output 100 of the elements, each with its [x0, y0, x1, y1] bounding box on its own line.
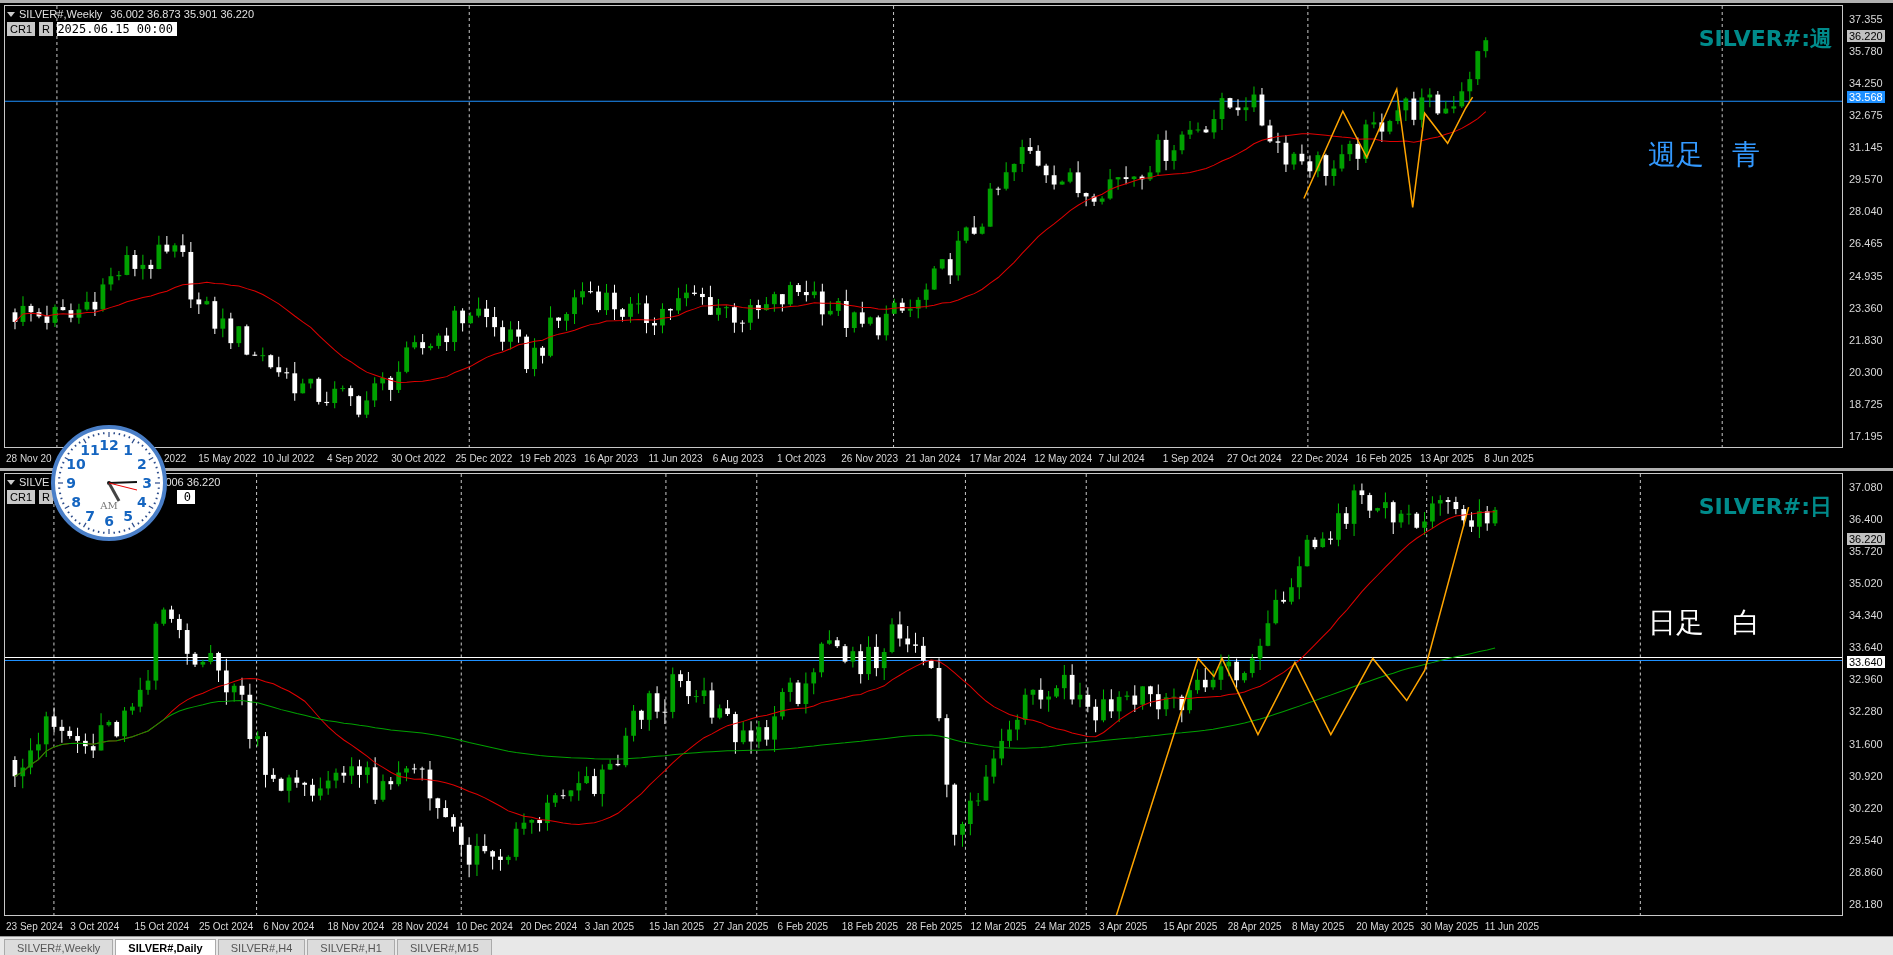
- date-label: 13 Apr 2025: [1419, 452, 1474, 464]
- clock-numeral: 10: [66, 456, 86, 472]
- price-label: 37.355: [1848, 13, 1884, 25]
- chart-tab[interactable]: SILVER#,M15: [396, 939, 492, 955]
- date-label: 15 Apr 2025: [1163, 920, 1218, 932]
- price-label: 21.830: [1848, 333, 1884, 346]
- price-label: 35.780: [1848, 45, 1884, 58]
- toolbar-button[interactable]: R: [39, 490, 53, 504]
- date-label: 18 Feb 2025: [841, 920, 899, 932]
- chart-title: SILVER#:日: [1698, 493, 1832, 521]
- date-label: 16 Apr 2023: [584, 452, 638, 464]
- date-label: 11 Jun 2025: [1484, 920, 1540, 932]
- date-label: 16 Feb 2025: [1355, 452, 1412, 464]
- clock-numeral: 3: [142, 475, 152, 491]
- chart-title: SILVER#:週: [1698, 25, 1832, 53]
- price-label: 20.300: [1848, 365, 1884, 378]
- price-label: 30.920: [1848, 769, 1884, 782]
- price-label: 26.465: [1848, 237, 1884, 250]
- price-label: 34.340: [1848, 609, 1884, 622]
- date-label: 30 Oct 2022: [391, 452, 446, 464]
- clock-numeral: 6: [104, 513, 114, 529]
- date-label: 28 Apr 2025: [1227, 920, 1282, 932]
- chart-tab[interactable]: SILVER#,H4: [217, 939, 306, 955]
- symbol-label: SILVER#,Weekly: [19, 8, 103, 20]
- price-badge: 36.220: [1847, 30, 1885, 42]
- chart-note: 週足 青: [1648, 137, 1760, 173]
- price-label: 32.675: [1848, 109, 1884, 122]
- date-label: 6 Aug 2023: [712, 452, 764, 464]
- date-label: 17 Mar 2024: [969, 452, 1026, 464]
- chart-tab[interactable]: SILVER#,Weekly: [4, 939, 114, 955]
- clock-numeral: 4: [137, 494, 147, 510]
- date-label: 20 May 2025: [1356, 920, 1415, 932]
- price-badge: 36.220: [1847, 533, 1885, 545]
- date-input-field[interactable]: 0: [176, 490, 195, 504]
- price-badge: 33.640: [1847, 656, 1885, 668]
- price-label: 31.145: [1848, 141, 1884, 154]
- date-label: 28 Nov 20: [6, 452, 52, 464]
- date-label: 10 Jul 2022: [262, 452, 315, 464]
- date-label: 6 Nov 2024: [263, 920, 315, 932]
- toolbar-button[interactable]: CR1: [7, 22, 35, 36]
- date-label: 12 May 2024: [1034, 452, 1092, 464]
- clock-numeral: 7: [85, 507, 95, 524]
- price-label: 28.860: [1848, 865, 1884, 878]
- chart-tab[interactable]: SILVER#,H1: [307, 939, 395, 955]
- price-label: 31.600: [1848, 737, 1884, 750]
- date-label: 3 Jan 2025: [584, 920, 635, 932]
- price-label: 23.360: [1848, 301, 1884, 314]
- date-label: 25 Oct 2024: [198, 920, 254, 932]
- date-label: 22 Dec 2024: [1291, 452, 1349, 464]
- date-label: 12 Mar 2025: [970, 920, 1027, 932]
- clock-numeral: 5: [123, 507, 133, 524]
- date-label: 19 Feb 2023: [519, 452, 576, 464]
- date-label: 15 Oct 2024: [134, 920, 190, 932]
- date-label: 1 Oct 2023: [776, 452, 826, 464]
- price-label: 29.570: [1848, 173, 1884, 186]
- price-label: 24.935: [1848, 269, 1884, 282]
- date-label: 28 Feb 2025: [906, 920, 963, 932]
- clock-numeral: 2: [137, 456, 147, 472]
- date-label: 15 May 2022: [198, 452, 257, 464]
- clock-numeral: 1: [123, 442, 133, 459]
- date-label: 28 Nov 2024: [391, 920, 449, 932]
- date-label: 23 Sep 2024: [6, 920, 63, 932]
- price-label: 32.280: [1848, 705, 1884, 718]
- price-label: 28.180: [1848, 897, 1884, 910]
- date-label: 18 Nov 2024: [327, 920, 385, 932]
- price-label: 30.220: [1848, 801, 1884, 814]
- date-label: 26 Nov 2023: [841, 452, 898, 464]
- chart-note: 日足 白: [1648, 605, 1760, 641]
- date-label: 25 Dec 2022: [455, 452, 513, 464]
- date-label: 7 Jul 2024: [1098, 452, 1145, 464]
- date-input-field[interactable]: 2025.06.15 00:00: [56, 22, 177, 36]
- price-label: 29.540: [1848, 833, 1884, 846]
- date-label: 8 Jun 2025: [1484, 452, 1534, 464]
- clock-numeral: 9: [66, 475, 76, 491]
- date-label: 20 Dec 2024: [520, 920, 578, 932]
- symbol-label: SILVE: [19, 476, 50, 488]
- date-label: 27 Oct 2024: [1227, 452, 1282, 464]
- price-label: 33.640: [1848, 641, 1884, 654]
- price-label: 36.400: [1848, 513, 1884, 526]
- date-label: 2022: [164, 452, 187, 464]
- chart-tab[interactable]: SILVER#,Daily: [115, 939, 216, 955]
- price-quote: 36.002 36.873 35.901 36.220: [110, 8, 255, 20]
- price-label: 18.725: [1848, 397, 1884, 410]
- date-label: 15 Jan 2025: [648, 920, 705, 932]
- toolbar-button[interactable]: R: [39, 22, 53, 36]
- date-label: 1 Sep 2024: [1162, 452, 1214, 464]
- price-label: 35.020: [1848, 577, 1884, 590]
- date-label: 6 Feb 2025: [777, 920, 829, 932]
- toolbar-button[interactable]: CR1: [7, 490, 35, 504]
- date-label: 3 Oct 2024: [70, 920, 120, 932]
- clock-period: AM: [100, 500, 118, 511]
- date-label: 21 Jan 2024: [905, 452, 961, 464]
- date-label: 11 Jun 2023: [648, 452, 703, 464]
- date-label: 30 May 2025: [1420, 920, 1479, 932]
- date-label: 27 Jan 2025: [713, 920, 769, 932]
- price-badge: 33.568: [1847, 91, 1885, 103]
- price-label: 37.080: [1848, 481, 1884, 493]
- date-label: 3 Apr 2025: [1099, 920, 1148, 932]
- price-label: 34.250: [1848, 77, 1884, 90]
- clock-numeral: 12: [99, 437, 119, 453]
